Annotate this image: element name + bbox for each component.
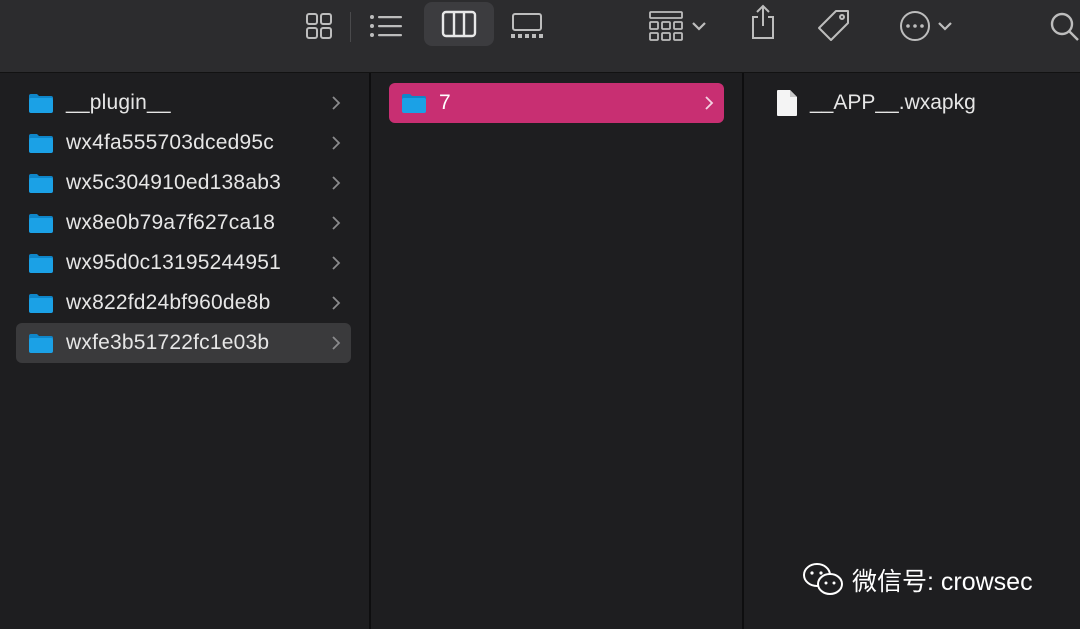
gallery-view-button[interactable] xyxy=(504,6,550,46)
folder-name: __plugin__ xyxy=(66,91,171,114)
folder-icon xyxy=(402,94,426,113)
chevron-right-icon xyxy=(332,136,341,150)
toolbar-separator xyxy=(350,12,351,42)
column-view-button[interactable] xyxy=(424,2,494,46)
search-button[interactable] xyxy=(1046,6,1080,46)
list-view-icon xyxy=(370,15,402,37)
finder-toolbar xyxy=(0,0,1080,73)
share-button[interactable] xyxy=(742,2,784,42)
more-actions-button[interactable] xyxy=(890,6,962,46)
folder-row[interactable]: __plugin__ xyxy=(16,83,351,123)
list-view-button[interactable] xyxy=(362,6,410,46)
folder-icon xyxy=(29,294,53,313)
folder-name: wx4fa555703dced95c xyxy=(66,131,274,154)
chevron-right-icon xyxy=(705,96,714,110)
folder-name: wx822fd24bf960de8b xyxy=(66,291,271,314)
icon-view-button[interactable] xyxy=(296,6,342,46)
folder-name: wx8e0b79a7f627ca18 xyxy=(66,211,276,234)
folder-icon xyxy=(29,254,53,273)
share-icon xyxy=(752,4,774,39)
column-view-icon xyxy=(441,10,477,38)
chevron-right-icon xyxy=(332,336,341,350)
gallery-view-icon xyxy=(511,13,543,38)
column-3 xyxy=(744,73,1080,629)
chevron-down-icon xyxy=(938,22,952,31)
tag-button[interactable] xyxy=(812,6,856,46)
group-button[interactable] xyxy=(640,6,716,46)
file-name: __APP__.wxapkg xyxy=(810,91,976,114)
chevron-down-icon xyxy=(692,22,706,31)
folder-icon xyxy=(29,134,53,153)
chevron-right-icon xyxy=(332,176,341,190)
chevron-right-icon xyxy=(332,216,341,230)
folder-icon xyxy=(29,174,53,193)
column-2 xyxy=(371,73,742,629)
folder-name: wx5c304910ed138ab3 xyxy=(66,171,281,194)
folder-row[interactable]: wx5c304910ed138ab3 xyxy=(16,163,351,203)
folder-row[interactable]: wx4fa555703dced95c xyxy=(16,123,351,163)
folder-row[interactable]: wx95d0c13195244951 xyxy=(16,243,351,283)
folder-icon xyxy=(29,94,53,113)
folder-name: 7 xyxy=(439,91,451,114)
search-icon xyxy=(1050,12,1079,41)
watermark-text: 微信号: crowsec xyxy=(852,568,1033,596)
icon-view-icon xyxy=(306,13,332,39)
more-icon xyxy=(900,11,930,41)
folder-row[interactable]: wx822fd24bf960de8b xyxy=(16,283,351,323)
wechat-logo-icon xyxy=(803,563,843,595)
folder-row-selected[interactable]: wxfe3b51722fc1e03b xyxy=(16,323,351,363)
folder-name: wxfe3b51722fc1e03b xyxy=(66,331,270,354)
chevron-right-icon xyxy=(332,296,341,310)
chevron-right-icon xyxy=(332,256,341,270)
chevron-right-icon xyxy=(332,96,341,110)
tag-icon xyxy=(818,10,849,41)
document-icon xyxy=(777,90,797,116)
wechat-watermark: 微信号: crowsec xyxy=(802,562,1033,598)
group-icon xyxy=(649,11,683,41)
folder-row-selected[interactable]: 7 xyxy=(389,83,724,123)
folder-name: wx95d0c13195244951 xyxy=(66,251,281,274)
file-row[interactable]: __APP__.wxapkg xyxy=(776,88,976,118)
folder-icon xyxy=(29,334,53,353)
folder-row[interactable]: wx8e0b79a7f627ca18 xyxy=(16,203,351,243)
folder-icon xyxy=(29,214,53,233)
